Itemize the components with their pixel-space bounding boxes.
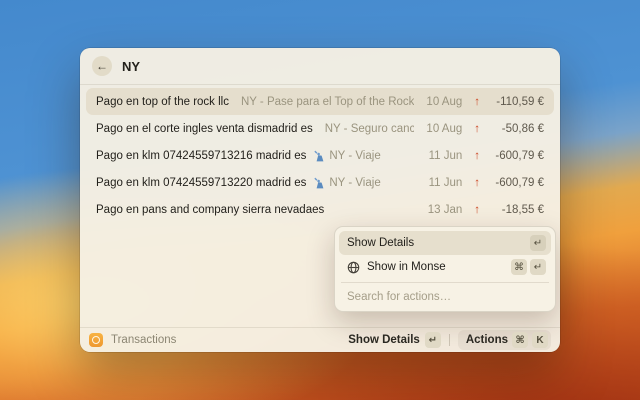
action-show-details[interactable]: Show Details ↵: [339, 231, 551, 255]
transaction-tag: NY - Seguro cancelación Hotel: [321, 123, 415, 135]
search-input[interactable]: NY: [122, 59, 140, 74]
panel-divider: [341, 282, 549, 283]
arrow-up-icon: ↑: [474, 204, 480, 216]
transaction-amount: -600,79 €: [484, 150, 544, 162]
transaction-date: 10 Aug: [422, 123, 462, 135]
transaction-amount: -50,86 €: [484, 123, 544, 135]
arrow-up-icon: ↑: [474, 177, 480, 189]
transaction-amount: -110,59 €: [484, 96, 544, 108]
return-key-icon: ↵: [530, 259, 546, 275]
footer-show-details-button[interactable]: Show Details ↵: [348, 332, 441, 348]
actions-search-input[interactable]: Search for actions…: [339, 287, 551, 307]
footer-actions-label: Actions: [466, 334, 508, 346]
transaction-row[interactable]: Pago en klm 07424559713220 madrid es NY …: [86, 169, 554, 196]
footer-bar: Transactions Show Details ↵ Actions ⌘ K: [80, 327, 560, 352]
transaction-amount: -18,55 €: [484, 204, 544, 216]
transaction-tag-label: NY - Viaje: [329, 150, 380, 162]
transaction-title: Pago en klm 07424559713220 madrid es: [96, 177, 306, 189]
arrow-up-icon: ↑: [474, 150, 480, 162]
transaction-date: 10 Aug: [422, 96, 462, 108]
transaction-tag-label: NY - Viaje: [329, 177, 380, 189]
actions-panel: Show Details ↵ Show in Monse ⌘ ↵: [334, 226, 556, 312]
transaction-title: Pago en top of the rock llc: [96, 96, 229, 108]
transaction-row[interactable]: Pago en el corte ingles venta dismadrid …: [86, 115, 554, 142]
transaction-tag-label: NY - Pase para el Top of the Rock: [241, 96, 414, 108]
transaction-tag: NY - Viaje: [314, 150, 380, 162]
desktop-wallpaper: ← NY Pago en top of the rock llc NY - Pa…: [0, 0, 640, 400]
action-label: Show Details: [347, 237, 414, 249]
return-key-icon: ↵: [425, 332, 441, 348]
back-button[interactable]: ←: [92, 56, 112, 76]
transaction-row[interactable]: Pago en pans and company sierra nevadaes…: [86, 196, 554, 223]
transaction-title: Pago en pans and company sierra nevadaes: [96, 204, 324, 216]
return-key-icon: ↵: [530, 235, 546, 251]
arrow-up-icon: ↑: [474, 96, 480, 108]
transaction-date: 11 Jun: [422, 177, 462, 189]
back-arrow-icon: ←: [96, 60, 108, 72]
command-key-icon: ⌘: [512, 332, 528, 348]
header: ← NY: [80, 48, 560, 85]
transaction-amount: -600,79 €: [484, 177, 544, 189]
footer-divider: [449, 334, 450, 346]
transaction-title: Pago en klm 07424559713216 madrid es: [96, 150, 306, 162]
transaction-tag: NY - Pase para el Top of the Rock: [237, 96, 414, 108]
transaction-date: 11 Jun: [422, 150, 462, 162]
transaction-tag: NY - Viaje: [314, 177, 380, 189]
footer-primary-label: Show Details: [348, 334, 420, 346]
statue-of-liberty-icon: [314, 177, 325, 189]
transaction-date: 13 Jan: [422, 204, 462, 216]
footer-actions-button[interactable]: Actions ⌘ K: [458, 330, 551, 350]
transaction-row[interactable]: Pago en top of the rock llc NY - Pase pa…: [86, 88, 554, 115]
statue-of-liberty-icon: [314, 150, 325, 162]
footer-app-name: Transactions: [111, 334, 176, 346]
transaction-row[interactable]: Pago en klm 07424559713216 madrid es NY …: [86, 142, 554, 169]
launcher-window: ← NY Pago en top of the rock llc NY - Pa…: [80, 48, 560, 352]
arrow-up-icon: ↑: [474, 123, 480, 135]
transaction-list: Pago en top of the rock llc NY - Pase pa…: [80, 85, 560, 223]
transactions-app-icon: [89, 333, 103, 347]
globe-icon: [347, 261, 360, 274]
command-key-icon: ⌘: [511, 259, 527, 275]
action-show-in-monse[interactable]: Show in Monse ⌘ ↵: [339, 255, 551, 279]
transaction-tag-label: NY - Seguro cancelación Hotel: [325, 123, 415, 135]
action-label: Show in Monse: [367, 261, 446, 273]
k-key-icon: K: [532, 332, 548, 348]
transaction-title: Pago en el corte ingles venta dismadrid …: [96, 123, 313, 135]
